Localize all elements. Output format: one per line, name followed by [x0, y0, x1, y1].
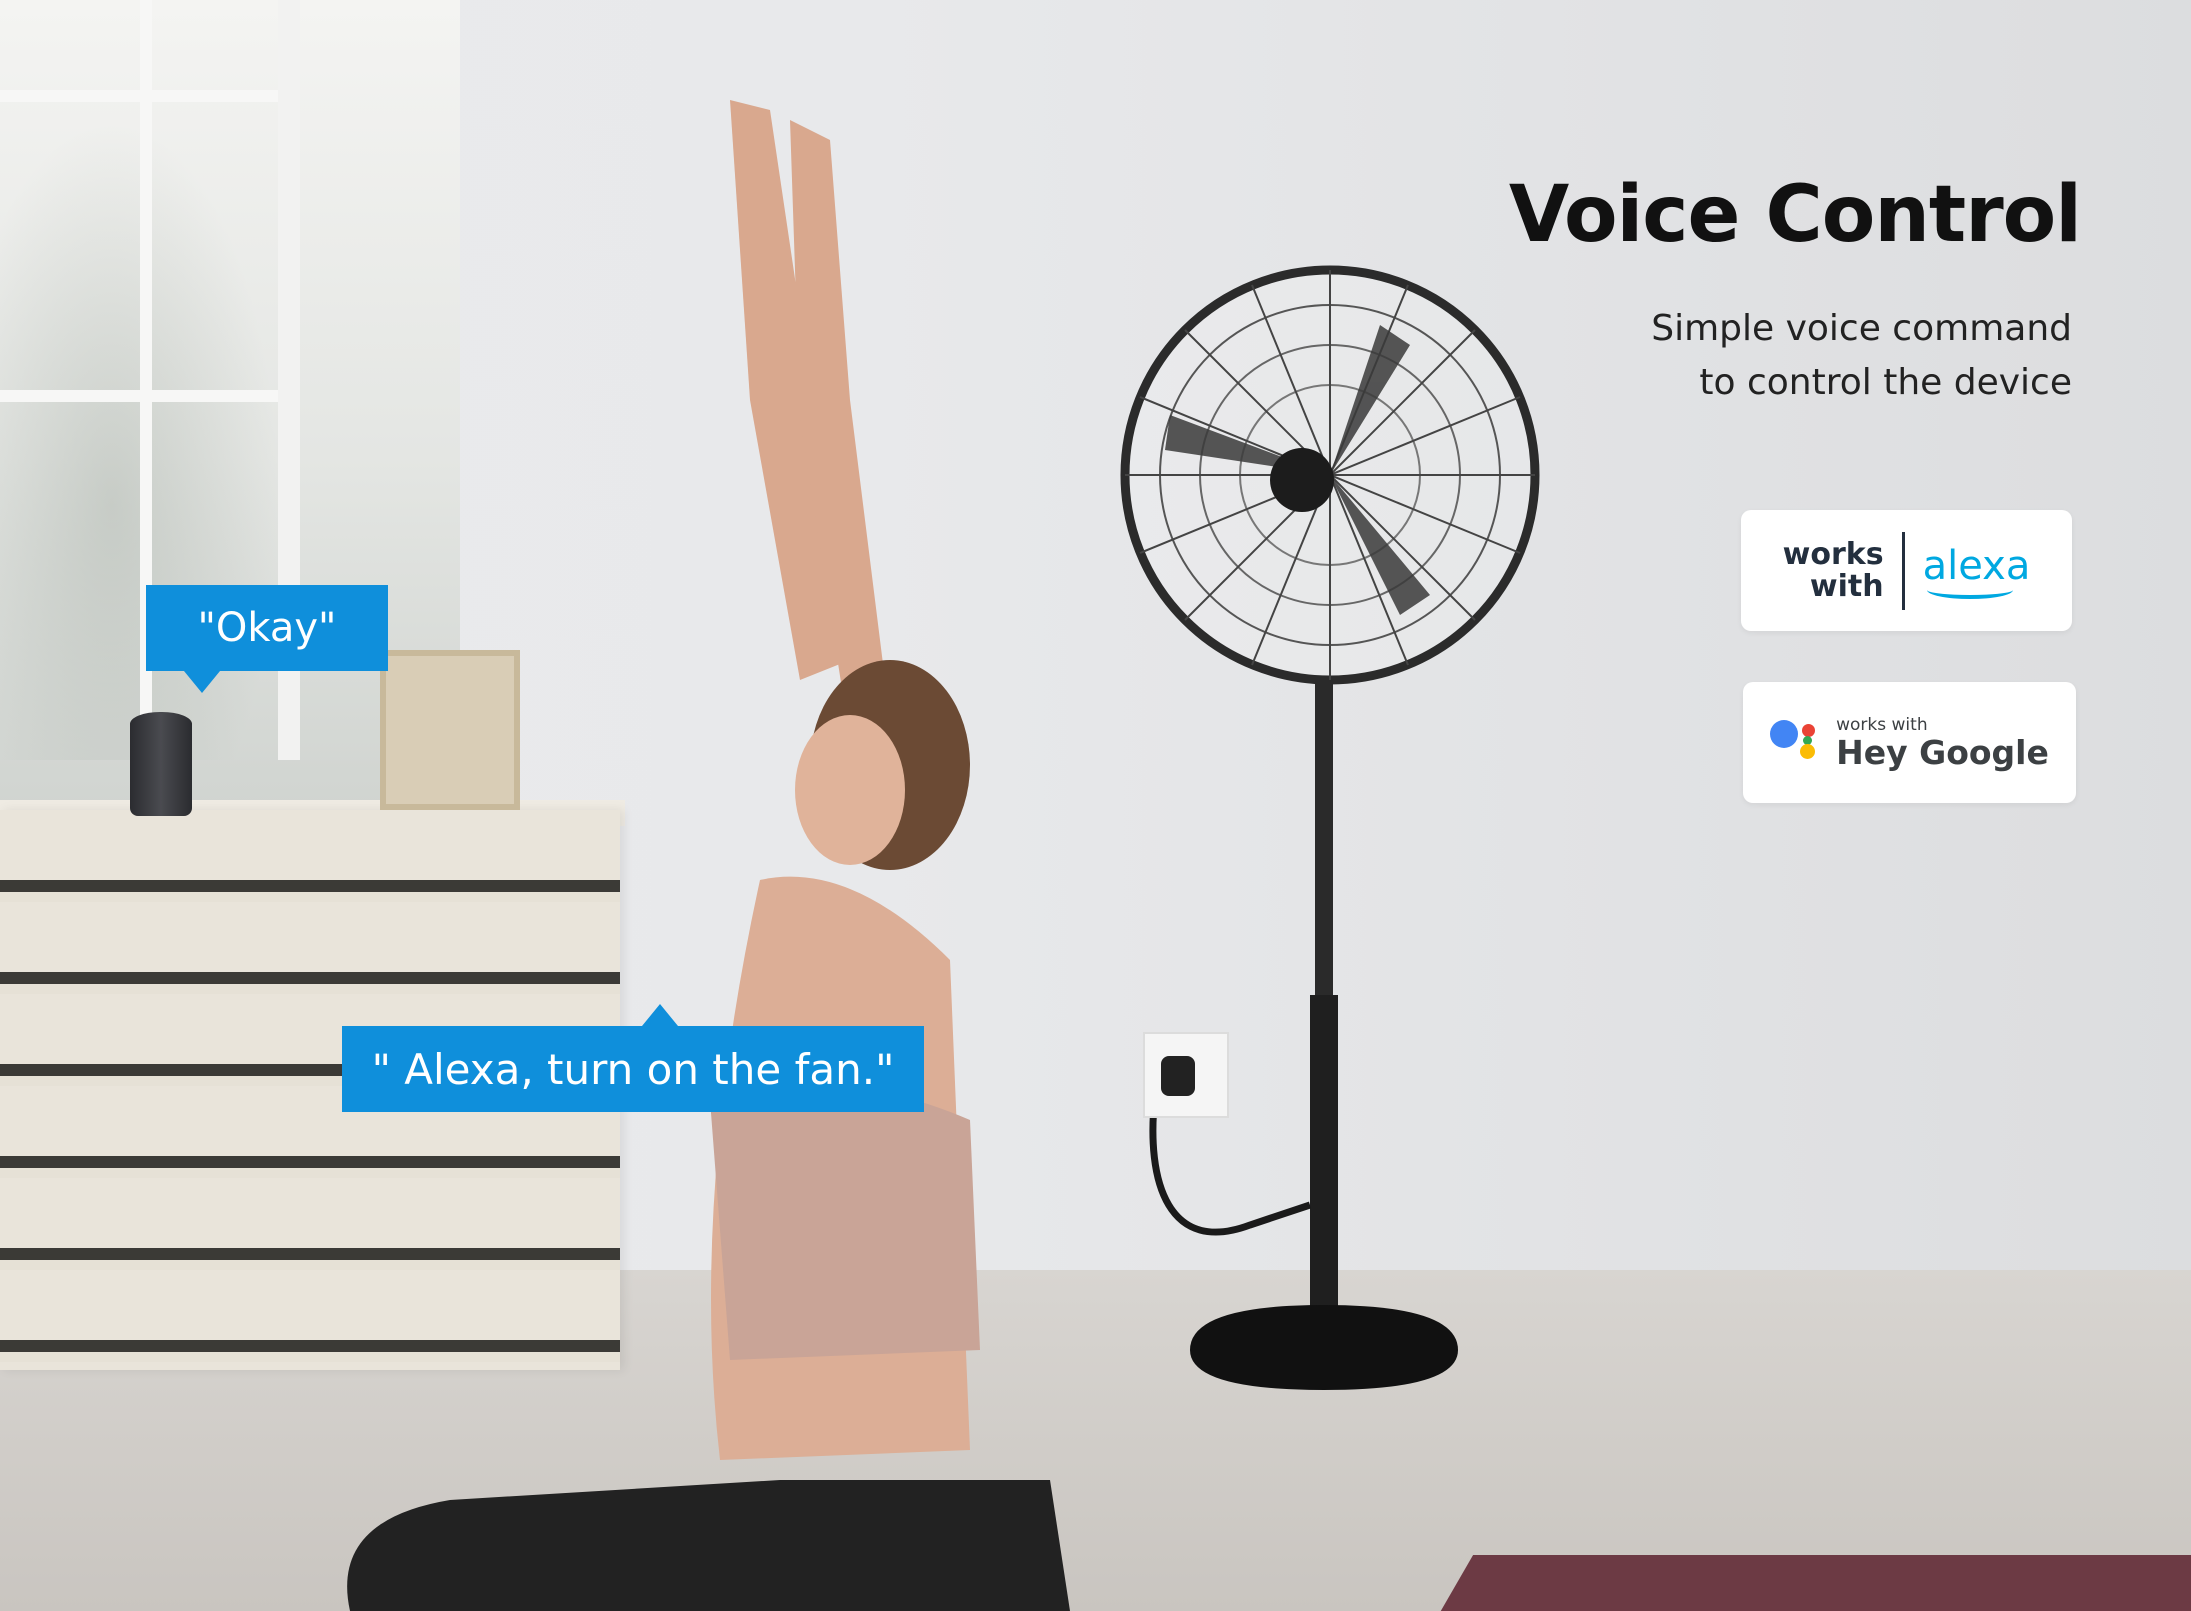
fan-pole-upper [1315, 680, 1333, 1000]
works-with-hey-google-badge: works with Hey Google [1743, 682, 2076, 803]
voice-command-bubble: " Alexa, turn on the fan." [342, 1004, 924, 1112]
alexa-with-text: with [1809, 568, 1884, 604]
yoga-person [347, 100, 1071, 1611]
subtitle-line-2: to control the device [1699, 362, 2072, 403]
person-arms [730, 100, 890, 740]
yoga-mat [1426, 1555, 2191, 1611]
alexa-badge-divider [1901, 531, 1905, 610]
subtitle: Simple voice command to control the devi… [1552, 302, 2072, 410]
google-assistant-icon [1770, 716, 1820, 770]
fan-pole-lower [1310, 995, 1338, 1335]
page-title: Voice Control [1508, 170, 2082, 260]
fan-head [1120, 265, 1540, 685]
works-with-alexa-badge: works with alexa [1741, 510, 2072, 631]
google-works-with-text: works with [1836, 714, 1928, 735]
hey-google-text: Hey Google [1836, 732, 2049, 772]
voice-control-banner: Voice Control Simple voice command to co… [0, 0, 2191, 1611]
person-face [795, 715, 905, 865]
amazon-smile-icon [1926, 581, 2013, 599]
smart-plug [1161, 1056, 1195, 1096]
person-leggings [347, 1480, 1071, 1611]
alexa-logo: alexa [1923, 543, 2030, 599]
speaker-reply-bubble: "Okay" [146, 585, 388, 693]
alexa-works-with-label: works with [1782, 536, 1884, 604]
smart-speaker [130, 712, 192, 816]
subtitle-line-1: Simple voice command [1651, 308, 2072, 349]
person-top [710, 1084, 980, 1360]
standing-fan [1120, 265, 1540, 1390]
wall-socket [1143, 1032, 1229, 1118]
alexa-works-text: works [1782, 536, 1884, 572]
hey-google-label: works with Hey Google [1836, 715, 2049, 771]
fan-base [1190, 1305, 1458, 1390]
